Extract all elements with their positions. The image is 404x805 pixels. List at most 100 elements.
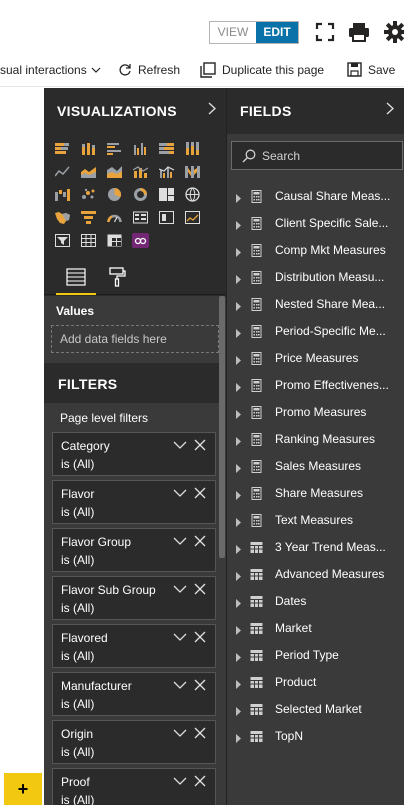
close-icon[interactable] [193,534,207,548]
chevron-down-icon[interactable] [173,583,187,595]
expand-caret-icon[interactable] [236,273,242,284]
field-table-item[interactable]: Promo Measures [227,399,404,426]
kpi-icon[interactable] [184,210,201,225]
report-canvas[interactable]: + [0,88,44,805]
close-icon[interactable] [193,630,207,644]
expand-caret-icon[interactable] [236,246,242,257]
card-icon[interactable] [158,210,175,225]
expand-caret-icon[interactable] [236,219,242,230]
field-table-item[interactable]: Causal Share Meas... [227,183,404,210]
multi-row-card-icon[interactable] [132,210,149,225]
line-and-clustered-column-chart-icon[interactable] [158,164,175,179]
field-table-item[interactable]: Period-Specific Me... [227,318,404,345]
waterfall-chart-icon[interactable] [54,187,71,202]
donut-chart-icon[interactable] [132,187,149,202]
chevron-down-icon[interactable] [173,535,187,547]
100-percent-bar-chart-icon[interactable] [158,141,175,156]
filled-map-icon[interactable] [54,210,71,225]
expand-caret-icon[interactable] [236,516,242,527]
format-paint-roller-icon[interactable] [107,267,127,287]
expand-caret-icon[interactable] [236,570,242,581]
chevron-down-icon[interactable] [173,487,187,499]
expand-caret-icon[interactable] [236,489,242,500]
clustered-bar-chart-icon[interactable] [106,141,123,156]
settings-icon[interactable] [383,20,404,44]
field-table-item[interactable]: Share Measures [227,480,404,507]
stacked-area-chart-icon[interactable] [106,164,123,179]
field-table-item[interactable]: Price Measures [227,345,404,372]
expand-caret-icon[interactable] [236,327,242,338]
expand-caret-icon[interactable] [236,651,242,662]
field-table-item[interactable]: Promo Effectivenes... [227,372,404,399]
area-chart-icon[interactable] [80,164,97,179]
chevron-down-icon[interactable] [173,439,187,451]
field-table-item[interactable]: Nested Share Mea... [227,291,404,318]
visualizations-scrollbar[interactable] [219,296,225,805]
close-icon[interactable] [193,774,207,788]
view-button[interactable]: VIEW [210,22,256,43]
map-icon[interactable] [184,187,201,202]
filter-card[interactable]: Flavor Sub Group is (All) [52,576,216,620]
field-table-item[interactable]: TopN [227,723,404,750]
expand-caret-icon[interactable] [236,705,242,716]
field-table-item[interactable]: Ranking Measures [227,426,404,453]
field-table-item[interactable]: Market [227,615,404,642]
ribbon-chart-icon[interactable] [184,164,201,179]
expand-caret-icon[interactable] [236,678,242,689]
field-table-item[interactable]: Product [227,669,404,696]
field-table-item[interactable]: Advanced Measures [227,561,404,588]
expand-caret-icon[interactable] [236,543,242,554]
filter-card[interactable]: Manufacturer is (All) [52,672,216,716]
scrollbar-thumb[interactable] [219,296,225,558]
field-table-item[interactable]: Sales Measures [227,453,404,480]
expand-caret-icon[interactable] [236,435,242,446]
100-percent-column-chart-icon[interactable] [184,141,201,156]
print-icon[interactable] [347,20,371,44]
pie-chart-icon[interactable] [106,187,123,202]
matrix-icon[interactable] [106,233,123,248]
refresh-button[interactable]: Refresh [118,52,180,87]
scatter-chart-icon[interactable] [80,187,97,202]
chevron-down-icon[interactable] [173,631,187,643]
treemap-icon[interactable] [158,187,175,202]
field-table-item[interactable]: Selected Market [227,696,404,723]
chevron-down-icon[interactable] [173,679,187,691]
expand-caret-icon[interactable] [236,732,242,743]
expand-caret-icon[interactable] [236,354,242,365]
field-table-item[interactable]: Period Type [227,642,404,669]
expand-caret-icon[interactable] [236,624,242,635]
expand-caret-icon[interactable] [236,300,242,311]
field-table-item[interactable]: Client Specific Sale... [227,210,404,237]
expand-caret-icon[interactable] [236,462,242,473]
field-table-item[interactable]: Dates [227,588,404,615]
duplicate-page-button[interactable]: Duplicate this page [200,52,324,87]
visual-interactions-menu[interactable]: sual interactions [0,52,107,87]
field-table-item[interactable]: Comp Mkt Measures [227,237,404,264]
filter-card[interactable]: Flavor is (All) [52,480,216,524]
close-icon[interactable] [193,438,207,452]
slicer-icon[interactable] [54,233,71,248]
filter-card[interactable]: Category is (All) [52,432,216,476]
close-icon[interactable] [193,678,207,692]
line-chart-icon[interactable] [54,164,71,179]
expand-caret-icon[interactable] [236,192,242,203]
expand-caret-icon[interactable] [236,381,242,392]
stacked-column-chart-icon[interactable] [80,141,97,156]
stacked-bar-chart-icon[interactable] [54,141,71,156]
expand-caret-icon[interactable] [236,408,242,419]
funnel-chart-icon[interactable] [80,210,97,225]
table-icon[interactable] [80,233,97,248]
close-icon[interactable] [193,582,207,596]
field-table-item[interactable]: Distribution Measu... [227,264,404,291]
chevron-down-icon[interactable] [173,727,187,739]
fullscreen-icon[interactable] [313,20,337,44]
save-button[interactable]: Save [347,52,395,87]
fields-search-input[interactable]: Search [231,141,403,170]
field-table-item[interactable]: 3 Year Trend Meas... [227,534,404,561]
line-and-column-chart-icon[interactable] [132,164,149,179]
custom-visual-icon[interactable] [132,233,149,248]
add-page-button[interactable]: + [4,773,42,805]
filter-card[interactable]: Flavored is (All) [52,624,216,668]
gauge-icon[interactable] [106,210,123,225]
values-drop-zone[interactable]: Add data fields here [51,325,219,353]
